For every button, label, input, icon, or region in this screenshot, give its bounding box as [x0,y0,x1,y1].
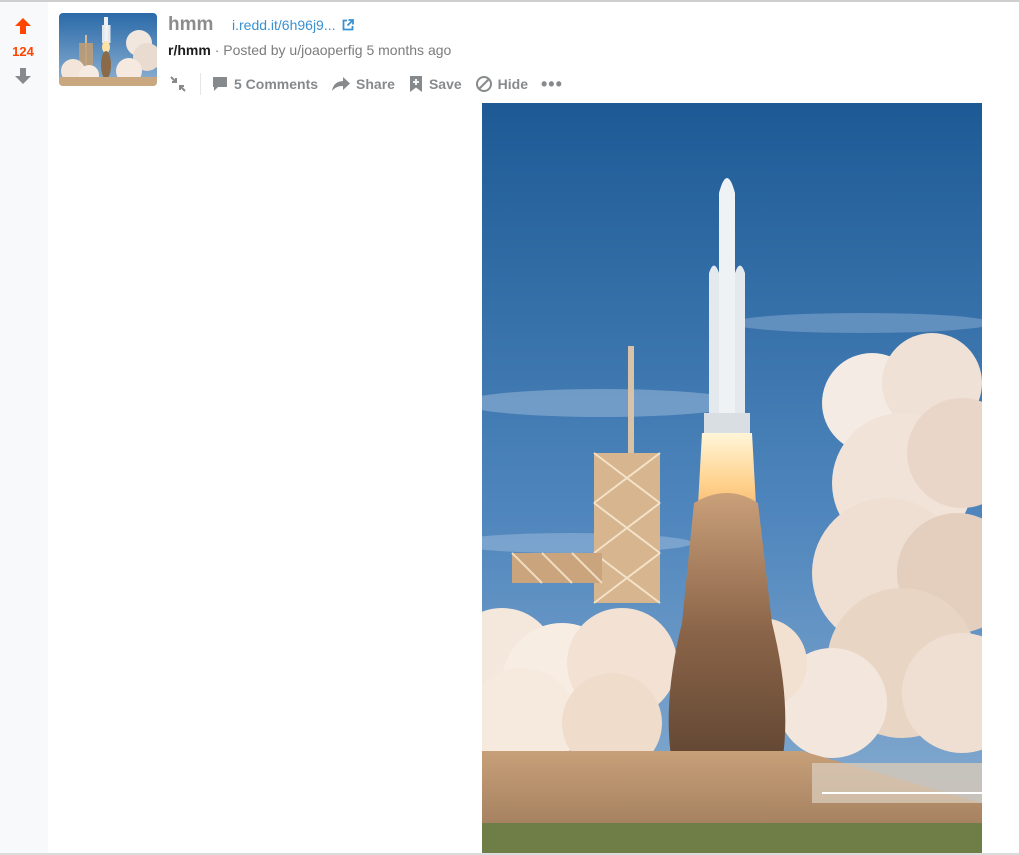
post-age: 5 months ago [366,42,452,58]
post-meta: r/hmm · Posted by u/joaoperfig 5 months … [168,42,451,58]
save-button[interactable]: Save [408,75,462,93]
post-thumbnail[interactable] [59,13,157,86]
posted-by-label: · Posted by [214,42,286,58]
subreddit-link[interactable]: r/hmm [168,42,211,58]
save-icon [409,76,422,92]
vote-score: 124 [12,44,34,59]
post-actions-bar: 5 Comments Share Save Hide ••• [164,70,563,98]
share-label: Share [356,76,395,92]
downvote-button[interactable] [12,66,34,86]
top-divider [0,0,1019,2]
author-link[interactable]: u/joaoperfig [289,42,362,58]
vote-column: 124 [0,2,48,853]
arrow-down-icon [15,68,31,84]
comments-button[interactable]: 5 Comments [211,75,318,93]
share-button[interactable]: Share [331,75,395,93]
more-options-button[interactable]: ••• [541,75,563,93]
hide-label: Hide [497,76,528,92]
comments-label: 5 Comments [234,76,319,92]
post-title[interactable]: hmm [168,14,213,36]
more-icon: ••• [541,74,563,94]
hide-button[interactable]: Hide [475,75,528,93]
post-domain-link[interactable]: i.redd.it/6h96j9... [232,17,354,33]
collapse-media-button[interactable] [164,70,192,98]
collapse-icon [170,76,186,92]
share-icon [332,77,351,91]
arrow-up-icon [15,18,31,34]
post-image[interactable] [482,103,982,853]
external-link-icon [342,19,354,31]
upvote-button[interactable] [12,16,34,36]
post-domain-text: i.redd.it/6h96j9... [232,17,336,33]
save-label: Save [428,76,462,92]
hide-icon [475,76,492,92]
actions-divider [200,73,201,95]
comment-icon [213,77,227,91]
